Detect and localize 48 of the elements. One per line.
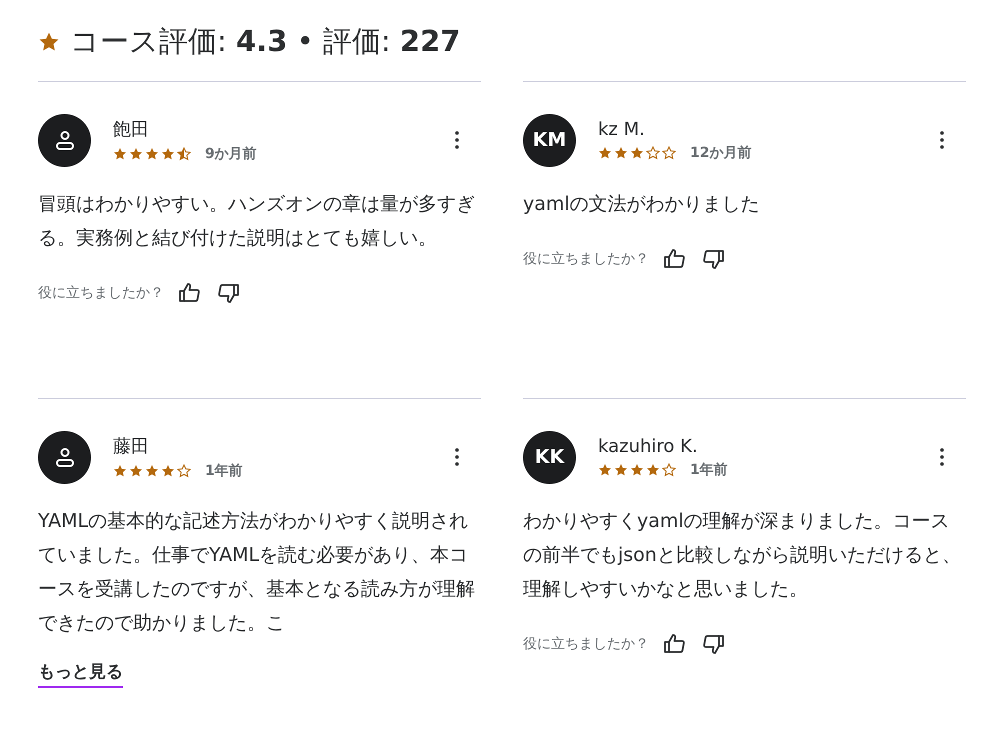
review-text: YAMLの基本的な記述方法がわかりやすく説明されていました。仕事でYAMLを読む必要があり、本コースを受講したのですが、基本となる読み方が理解できたので助かりました。こ [38,509,476,636]
star-icon [598,462,612,476]
star-icon [145,464,159,478]
helpful-prompt: 役に立ちましたか？ [523,250,649,268]
star-icon [161,147,175,161]
reviewer-name: 藤田 [113,435,149,458]
star-icon [129,147,143,161]
star-icon [646,146,660,160]
review-text: yamlの文法がわかりました [523,192,761,217]
avatar: KK [523,430,576,484]
star-icon [145,147,159,161]
thumbs-down-icon[interactable] [216,281,240,305]
review-time: 1年前 [690,460,728,478]
star-icon [113,464,127,478]
review-text: わかりやすくyamlの理解が深まりました。コースの前半でもjsonと比較しながら説明いただけると、理解しやすいかなと思いました。 [523,509,962,602]
star-icon [161,464,175,478]
review-time: 1年前 [205,462,243,480]
thumbs-up-icon[interactable] [178,281,202,305]
helpful-prompt: 役に立ちましたか？ [523,635,649,653]
thumbs-down-icon[interactable] [701,632,725,656]
star-icon [129,464,143,478]
thumbs-down-icon[interactable] [701,247,725,271]
star-icon [646,462,660,476]
user-icon [54,129,76,151]
review-time: 9か月前 [205,145,257,163]
star-icon [662,146,676,160]
star-icon [38,31,60,53]
star-icon [177,464,191,478]
star-icon [614,462,628,476]
rating-summary: コース評価: 4.3 • 評価: 227 [70,23,460,60]
star-icon [662,462,676,476]
star-icon [630,146,644,160]
review-time: 12か月前 [690,144,752,162]
avatar: KM [523,114,576,166]
thumbs-up-icon[interactable] [663,247,687,271]
helpful-prompt: 役に立ちましたか？ [38,284,164,302]
reviewer-name: kazuhiro K. [598,436,698,456]
star-icon [113,147,127,161]
reviewer-name: 飽田 [113,118,149,141]
show-more-link[interactable]: もっと見る [38,660,123,688]
star-icon [630,462,644,476]
user-icon [54,446,76,468]
review-text: 冒頭はわかりやすい。ハンズオンの章は量が多すぎる。実務例と結び付けた説明はとても嬉しい。 [38,192,476,251]
star-icon [598,146,612,160]
reviewer-name: kz M. [598,118,645,140]
thumbs-up-icon[interactable] [663,632,687,656]
star-icon [614,146,628,160]
star-icon [177,147,191,161]
